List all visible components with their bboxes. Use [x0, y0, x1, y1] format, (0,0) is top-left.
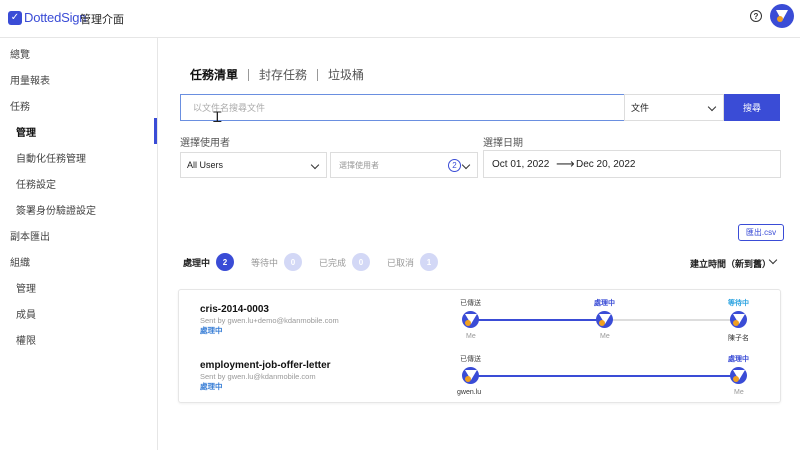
chevron-down-icon [310, 160, 320, 170]
task-list-card: cris-2014-0003 Sent by gwen.lu+demo@kdan… [178, 289, 781, 403]
avatar[interactable] [770, 4, 794, 28]
user-filter-label: 選擇使用者 [180, 138, 230, 149]
chevron-down-icon [707, 102, 717, 112]
step-status: 處理中 [728, 356, 749, 363]
task-name[interactable]: cris-2014-0003 [200, 304, 269, 315]
sidebar-item-automation[interactable]: 自動化任務管理 [0, 144, 158, 170]
step-signer: Me [734, 389, 744, 396]
task-status: 處理中 [200, 382, 223, 391]
progress-line-done [471, 375, 739, 377]
task-sender: Sent by gwen.lu@kdanmobile.com [200, 372, 316, 381]
sidebar-item-copy-export[interactable]: 副本匯出 [0, 222, 158, 248]
step-status: 已傳送 [460, 300, 481, 307]
logo-icon: ✓ [8, 10, 22, 25]
top-bar: ✓ DottedSign 管理介面 ? [0, 0, 800, 38]
date-range-picker[interactable]: Oct 01, 2022 ⟶ Dec 20, 2022 [483, 150, 781, 178]
status-tab-processing[interactable]: 處理中 2 [183, 253, 235, 271]
sidebar-item-org-manage[interactable]: 管理 [0, 274, 158, 300]
arrow-right-icon: ⟶ [556, 156, 575, 171]
step-signer: gwen.lu [457, 389, 482, 396]
user-picker[interactable]: 選擇使用者 2 [330, 152, 478, 178]
help-icon[interactable]: ? [750, 10, 762, 22]
search-type-value: 文件 [631, 103, 650, 113]
status-tab-cancelled[interactable]: 已取消 1 [387, 253, 439, 271]
sidebar-item-task-manage[interactable]: 管理 [0, 118, 158, 144]
logo[interactable]: ✓ DottedSign [8, 10, 87, 25]
date-start[interactable]: Oct 01, 2022 [492, 159, 549, 170]
status-tab-label: 等待中 [251, 257, 279, 268]
sidebar-item-members[interactable]: 成員 [0, 300, 158, 326]
progress-line-done [471, 319, 605, 321]
sidebar-item-task-settings[interactable]: 任務設定 [0, 170, 158, 196]
user-picker-placeholder: 選擇使用者 [339, 160, 379, 170]
status-tab-completed[interactable]: 已完成 0 [319, 253, 371, 271]
export-csv-button[interactable]: 匯出.csv [738, 224, 784, 241]
sort-select[interactable]: 建立時間（新到舊） [690, 257, 771, 270]
status-count-badge: 0 [352, 253, 371, 271]
step-status: 等待中 [728, 300, 749, 307]
status-count-badge: 0 [284, 253, 303, 271]
step-status: 已傳送 [460, 356, 481, 363]
status-tab-label: 已取消 [387, 257, 415, 268]
date-filter-label: 選擇日期 [483, 138, 523, 149]
date-end[interactable]: Dec 20, 2022 [576, 159, 636, 170]
user-picker-count-badge: 2 [448, 159, 461, 172]
search-type-select[interactable]: 文件 [624, 94, 724, 121]
tab-trash[interactable]: 垃圾桶 [328, 66, 364, 83]
signer-avatar [730, 367, 747, 384]
search-button[interactable]: 搜尋 [724, 94, 780, 121]
tab-divider [317, 68, 319, 81]
status-tab-waiting[interactable]: 等待中 0 [251, 253, 303, 271]
user-select-value: All Users [187, 160, 224, 170]
sidebar-item-organization[interactable]: 組織 [0, 248, 158, 274]
sidebar-item-usage-report[interactable]: 用量報表 [0, 66, 158, 92]
step-signer: Me [600, 333, 610, 340]
sidebar-item-signer-auth[interactable]: 簽署身份驗證設定 [0, 196, 158, 222]
sidebar-item-tasks[interactable]: 任務 [0, 92, 158, 118]
status-tab-label: 已完成 [319, 257, 347, 268]
tab-divider [248, 68, 250, 81]
user-select[interactable]: All Users [180, 152, 327, 178]
sidebar-item-permissions[interactable]: 權限 [0, 326, 158, 352]
signer-avatar [462, 367, 479, 384]
status-count-badge: 2 [216, 253, 235, 271]
text-cursor-icon: Ꮖ [213, 109, 223, 125]
page-title: 管理介面 [80, 14, 124, 26]
signer-avatar [462, 311, 479, 328]
search-input[interactable]: 以文件名搜尋文件 [180, 94, 624, 121]
task-tabs: 任務清單 封存任務 垃圾桶 [190, 66, 364, 83]
signer-avatar [730, 311, 747, 328]
sidebar: 總覽 用量報表 任務 管理 自動化任務管理 任務設定 簽署身份驗證設定 副本匯出… [0, 38, 158, 450]
status-tab-label: 處理中 [183, 257, 211, 268]
avatar-icon [776, 10, 788, 22]
task-name[interactable]: employment-job-offer-letter [200, 360, 331, 371]
tab-task-list[interactable]: 任務清單 [190, 66, 238, 83]
step-status: 處理中 [594, 300, 615, 307]
sidebar-active-indicator [154, 118, 157, 144]
brand-name: DottedSign [24, 10, 87, 25]
tab-archived[interactable]: 封存任務 [259, 66, 307, 83]
progress-line-pending [605, 319, 739, 321]
step-signer: 陳子名 [728, 335, 749, 342]
sidebar-item-overview[interactable]: 總覽 [0, 40, 158, 66]
signer-avatar [596, 311, 613, 328]
task-sender: Sent by gwen.lu+demo@kdanmobile.com [200, 316, 339, 325]
status-count-badge: 1 [420, 253, 439, 271]
task-status: 處理中 [200, 326, 223, 335]
step-signer: Me [466, 333, 476, 340]
chevron-down-icon [461, 160, 471, 170]
